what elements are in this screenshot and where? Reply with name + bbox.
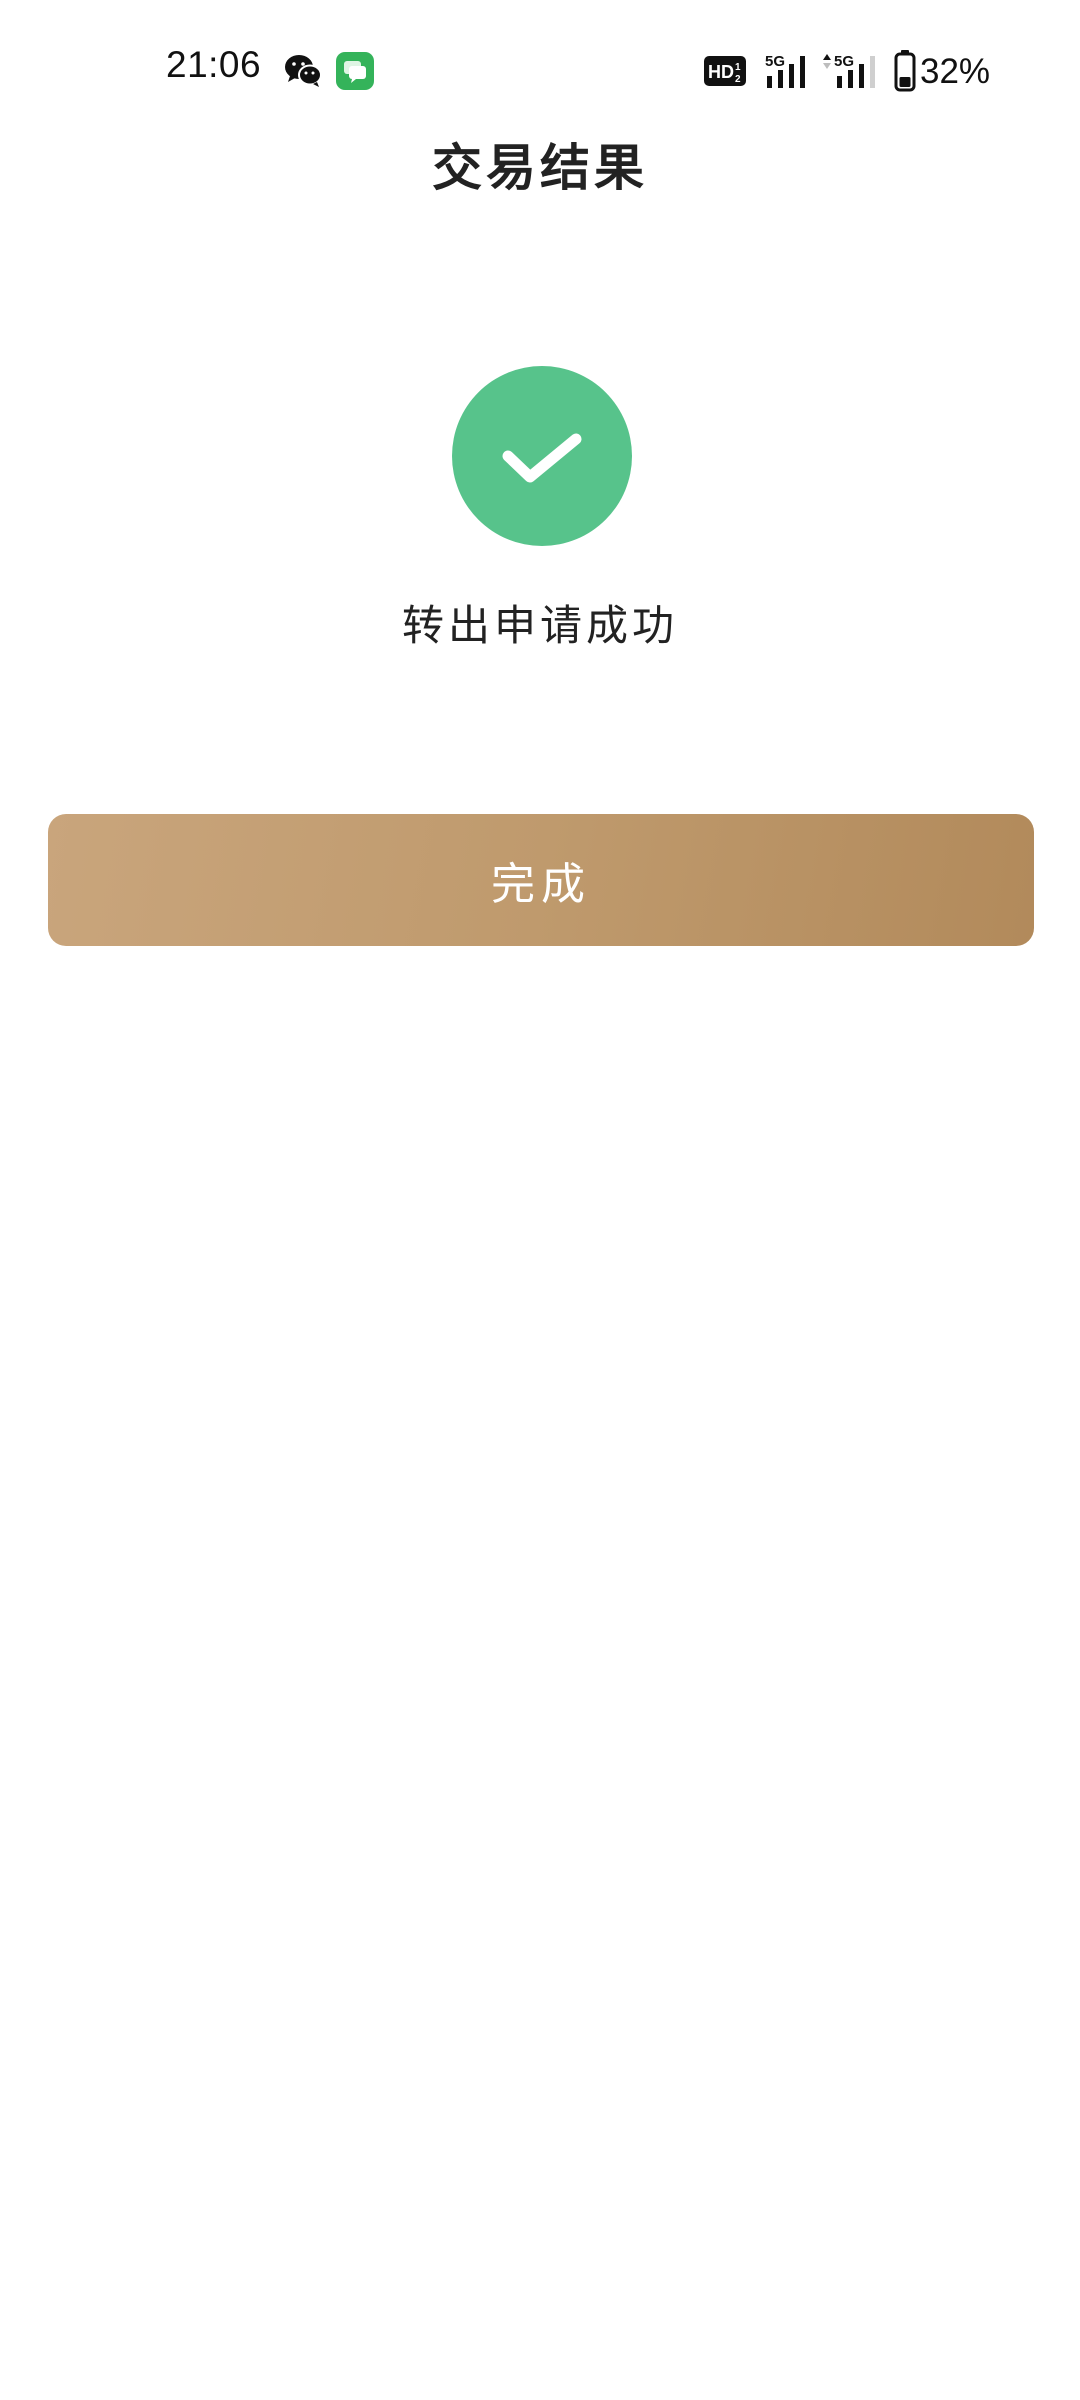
svg-text:2: 2 <box>735 74 741 85</box>
messages-app-icon <box>336 52 374 90</box>
page-title: 交易结果 <box>432 138 648 197</box>
battery-percent: 32% <box>920 52 991 91</box>
network-label-2: 5G <box>834 53 854 70</box>
done-button[interactable]: 完成 <box>48 814 1034 946</box>
result-message: 转出申请成功 <box>401 601 678 650</box>
hd-label: HD <box>708 62 734 82</box>
status-time: 21:06 <box>166 44 262 85</box>
signal-5g-icon-2: 5G <box>823 53 875 88</box>
status-bar: 21:06 HD 1 2 5G 5G 32% <box>0 0 1080 140</box>
check-circle-icon <box>452 366 632 546</box>
battery-icon <box>894 50 916 92</box>
svg-text:1: 1 <box>735 62 741 73</box>
network-label-1: 5G <box>765 53 785 70</box>
hd-voice-icon: HD 1 2 <box>704 56 746 86</box>
signal-5g-icon-1: 5G <box>765 53 805 88</box>
wechat-icon <box>285 55 322 87</box>
